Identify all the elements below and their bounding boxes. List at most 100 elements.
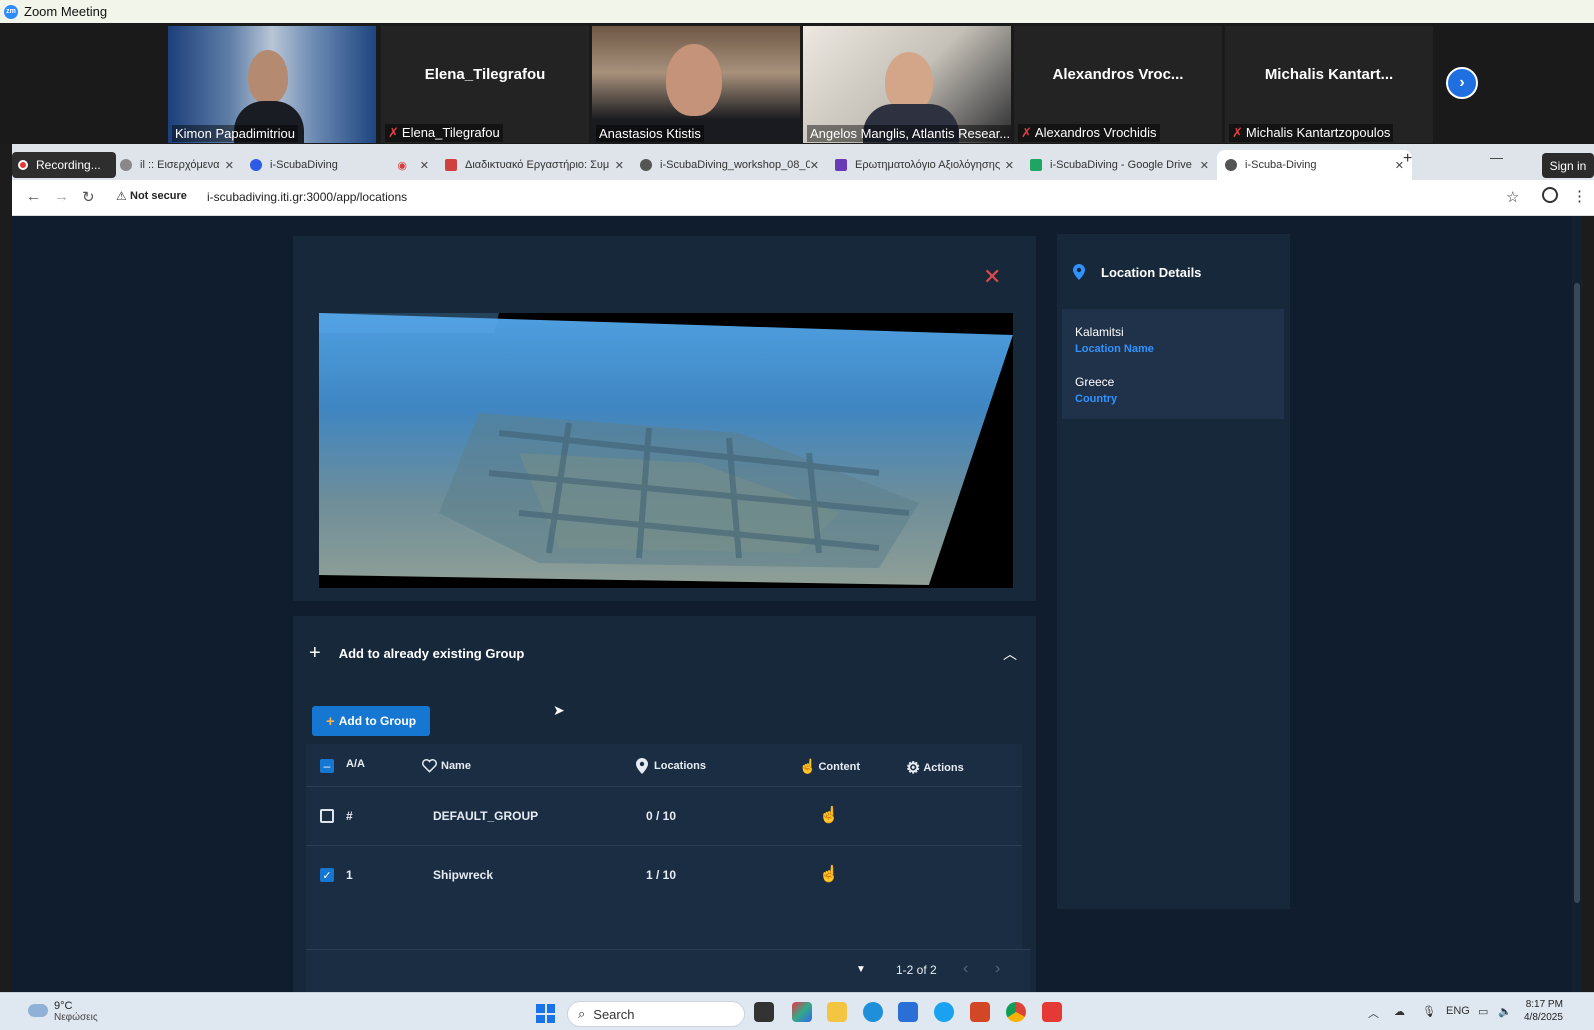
muted-mic-icon: ✗ [1232,125,1243,140]
store-icon[interactable] [898,1002,918,1022]
back-arrow-icon[interactable]: ← [26,188,41,205]
participant-name: Elena_Tilegrafou [401,125,500,140]
content-touch-icon[interactable]: ☝ [819,805,839,825]
onedrive-icon[interactable]: ☁ [1394,1005,1405,1018]
participant-tile[interactable]: Elena_Tilegrafou ✗ Elena_Tilegrafou [381,26,589,143]
browser-tab[interactable]: Διαδικτυακό Εργαστήριο: Συμ ✕ [437,150,632,180]
participant-video [666,44,722,116]
task-view-icon[interactable] [754,1002,774,1022]
select-all-checkbox[interactable]: – [320,759,334,773]
microphone-icon[interactable]: 🎙 [1422,1005,1436,1018]
recording-indicator[interactable]: Recording... [12,152,116,178]
tab-close-icon[interactable]: ✕ [420,159,429,172]
browser-tab[interactable]: il :: Εισερχόμενα ✕ [112,150,242,180]
participant-video [885,52,933,112]
tab-close-icon[interactable]: ✕ [615,159,624,172]
browser-tab[interactable]: i-ScubaDiving_workshop_08_04 ✕ [632,150,827,180]
column-header-content[interactable]: ☝ Content [799,758,860,775]
group-panel-header[interactable]: + Add to already existing Group [309,642,524,665]
browser-tab[interactable]: Ερωτηματολόγιο Αξιολόγησης ✕ [827,150,1022,180]
weather-widget[interactable]: 9°C Νεφώσεις [54,1000,98,1024]
tab-favicon-icon [445,159,457,171]
browser-tab-active[interactable]: i-Scuba-Diving ✕ [1217,150,1412,180]
row-locations: 1 / 10 [646,868,677,882]
system-clock[interactable]: 8:17 PM 4/8/2025 [1524,998,1563,1024]
search-icon: ⌕ [578,1006,586,1021]
column-header-locations[interactable]: Locations [636,758,706,774]
participant-big-name: Alexandros Vroc... [1052,66,1184,83]
tab-close-icon[interactable]: ✕ [225,159,234,172]
tab-favicon-icon [120,159,132,171]
url-field[interactable]: i-scubadiving.iti.gr:3000/app/locations [207,190,407,204]
content-touch-icon[interactable]: ☝ [819,864,839,884]
powerpoint-icon[interactable] [970,1002,990,1022]
tab-label: Ερωτηματολόγιο Αξιολόγησης [855,159,1001,171]
column-header-name[interactable]: Name [421,758,471,773]
tab-close-icon[interactable]: ✕ [1005,159,1014,172]
more-menu-icon[interactable]: ⋮ [1572,187,1587,205]
volume-icon[interactable]: 🔈 [1498,1005,1512,1018]
file-explorer-icon[interactable] [827,1002,847,1022]
clock-time: 8:17 PM [1525,999,1563,1010]
participant-name: Angelos Manglis, Atlantis Resear... [807,125,1011,142]
new-tab-plus-icon[interactable]: + [1403,150,1412,168]
rows-per-page-dropdown-icon[interactable]: ▼ [856,964,866,975]
participant-tile[interactable]: Kimon Papadimitriou [168,26,376,143]
row-checkbox[interactable] [320,809,334,823]
participant-tile[interactable]: Anastasios Ktistis [592,26,800,143]
language-indicator[interactable]: ENG [1446,1005,1470,1017]
profile-icon[interactable] [1542,187,1558,203]
chevron-up-icon[interactable]: ︿ [1003,644,1017,664]
browser-tab[interactable]: i-ScubaDiving ◉ ✕ [242,150,437,180]
tab-label: i-ScubaDiving_workshop_08_04 [660,159,810,171]
row-locations: 0 / 10 [646,809,677,823]
column-label: Actions [923,762,964,774]
tab-close-icon[interactable]: ✕ [810,159,819,172]
zoom-logo-icon: zm [4,4,18,19]
edge-icon[interactable] [863,1002,883,1022]
anydesk-icon[interactable] [1042,1002,1062,1022]
country-value: Greece [1075,375,1115,389]
tab-label: Διαδικτυακό Εργαστήριο: Συμ [465,159,610,171]
not-secure-label[interactable]: Not secure [130,190,187,202]
row-checkbox[interactable]: ✓ [320,868,334,882]
bookmark-star-icon[interactable]: ☆ [1506,188,1519,206]
table-row[interactable]: # DEFAULT_GROUP 0 / 10 ☝ [306,786,1022,845]
participant-name: Alexandros Vrochidis [1034,125,1157,140]
copilot-icon[interactable] [792,1002,812,1022]
windows-start-icon[interactable] [536,1004,555,1023]
forward-arrow-icon[interactable]: → [54,188,69,205]
participant-tile[interactable]: Michalis Kantart... ✗ Michalis Kantartzop… [1225,26,1433,143]
skype-icon[interactable] [934,1002,954,1022]
tab-close-icon[interactable]: ✕ [1200,159,1209,172]
minimize-icon[interactable]: — [1490,150,1503,165]
cloud-weather-icon[interactable] [28,1004,48,1017]
reload-icon[interactable]: ↻ [82,188,95,206]
participant-tile[interactable]: Alexandros Vroc... ✗ Alexandros Vrochidis [1014,26,1222,143]
add-to-group-panel: + Add to already existing Group ︿ + Add … [293,616,1036,992]
participant-big-name: Elena_Tilegrafou [424,66,546,83]
network-icon[interactable]: ▭ [1478,1005,1488,1018]
taskbar-search[interactable]: ⌕ Search [567,1001,745,1027]
warning-triangle-icon[interactable]: ⚠ [116,189,127,203]
add-to-group-button[interactable]: + Add to Group [312,706,430,736]
scrollbar-thumb[interactable] [1574,283,1580,903]
sign-in-button[interactable]: Sign in [1542,153,1594,178]
row-aa: 1 [346,868,353,882]
browser-tab[interactable]: i-ScubaDiving - Google Drive ✕ [1022,150,1217,180]
prev-page-chevron-icon[interactable]: ‹ [963,960,968,978]
tray-overflow-chevron-icon[interactable]: ︿ [1368,1005,1379,1021]
plus-icon: + [309,642,321,664]
globe-icon [1225,159,1237,171]
location-details-box: Kalamitsi Location Name Greece Country [1062,309,1284,419]
participant-tile[interactable]: Angelos Manglis, Atlantis Resear... [803,26,1011,143]
column-header-aa[interactable]: A/A [346,758,365,770]
next-page-chevron-icon[interactable]: › [995,960,1000,978]
table-row[interactable]: ✓ 1 Shipwreck 1 / 10 ☝ [306,845,1022,904]
column-header-actions[interactable]: ⚙ Actions [906,758,964,778]
next-page-arrow-icon[interactable]: › [1446,67,1478,99]
close-icon[interactable]: ✕ [983,264,1001,290]
recording-label: Recording... [36,158,101,172]
chrome-icon[interactable] [1006,1002,1026,1022]
app-page: ✕ + Add to already existing Group ︿ + Ad… [12,216,1582,992]
